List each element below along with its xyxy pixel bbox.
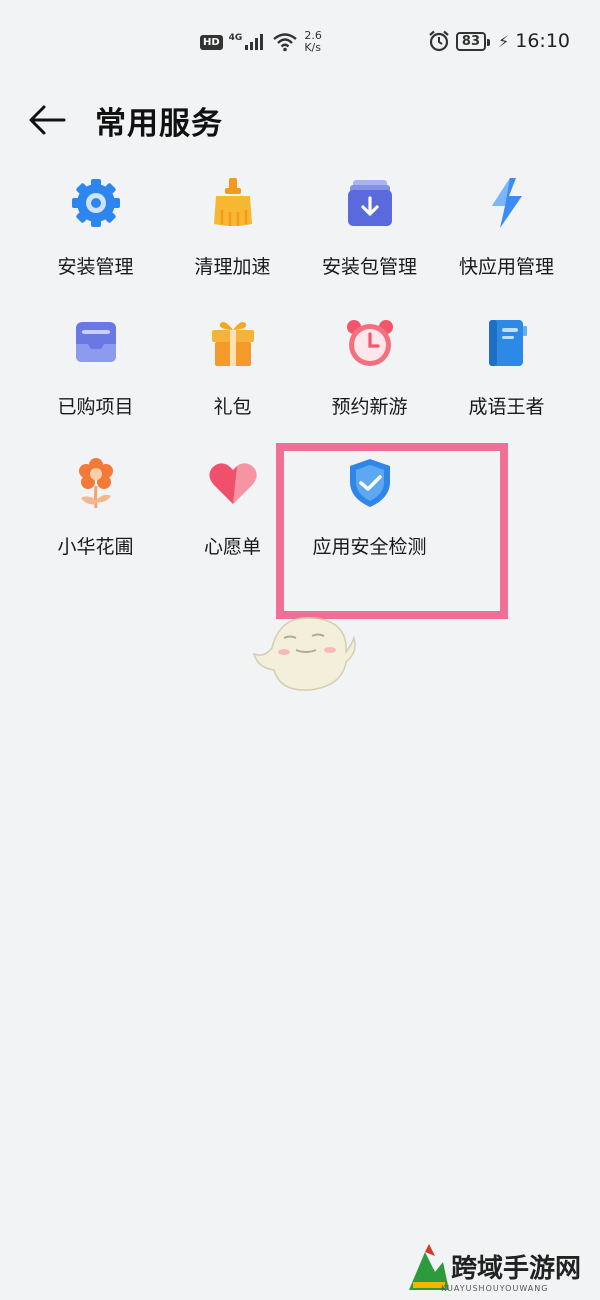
purchased-tray-icon xyxy=(75,322,116,362)
heart-icon xyxy=(208,463,257,504)
service-huawei-garden[interactable]: 小华花圃 xyxy=(27,450,164,590)
mascot-watermark xyxy=(252,616,356,691)
status-bar: HD 4G 2.6 K/s 83 ⚡ 16:10 xyxy=(0,0,600,90)
site-watermark: 跨域手游网 KUAYUSHOUYOUWANG xyxy=(405,1240,595,1300)
service-label: 已购项目 xyxy=(57,396,134,418)
service-label: 礼包 xyxy=(213,396,252,418)
service-label: 安装包管理 xyxy=(321,256,417,278)
alarm-clock-icon xyxy=(346,320,393,366)
gear-icon xyxy=(71,179,120,227)
service-install-manager[interactable]: 安装管理 xyxy=(27,170,164,310)
service-quick-app-manager[interactable]: 快应用管理 xyxy=(438,170,575,310)
lightning-icon xyxy=(491,178,522,228)
service-label: 清理加速 xyxy=(194,256,271,278)
battery-indicator: 83 xyxy=(455,31,491,51)
service-package-manager[interactable]: 安装包管理 xyxy=(301,170,438,310)
back-button[interactable] xyxy=(28,102,66,138)
app-header: 常用服务 xyxy=(0,90,600,150)
book-icon xyxy=(488,320,527,366)
package-download-icon xyxy=(347,180,392,226)
status-left: HD 4G 2.6 K/s xyxy=(200,30,322,54)
service-label: 快应用管理 xyxy=(458,256,554,278)
gift-icon xyxy=(211,322,254,366)
service-gift-pack[interactable]: 礼包 xyxy=(164,310,301,450)
charging-icon: ⚡ xyxy=(498,31,510,51)
back-arrow-icon xyxy=(29,105,66,135)
watermark-subtitle: KUAYUSHOUYOUWANG xyxy=(441,1284,549,1293)
hd-badge: HD xyxy=(200,34,223,50)
broom-icon xyxy=(213,178,252,226)
watermark-title: 跨域手游网 xyxy=(451,1254,582,1284)
service-clean-speedup[interactable]: 清理加速 xyxy=(164,170,301,310)
service-label: 心愿单 xyxy=(203,536,261,558)
signal-icon xyxy=(245,34,264,50)
network-speed: 2.6 K/s xyxy=(304,30,322,54)
page-title: 常用服务 xyxy=(95,106,223,142)
network-type: 4G xyxy=(228,33,243,43)
service-reserve-new-games[interactable]: 预约新游 xyxy=(301,310,438,450)
services-row: 安装管理 清理加速 安装包管理 快应用管理 xyxy=(27,170,575,310)
alarm-icon xyxy=(429,30,449,52)
service-idiom-king[interactable]: 成语王者 xyxy=(438,310,575,450)
service-label: 预约新游 xyxy=(331,396,408,418)
service-label: 安装管理 xyxy=(57,256,134,278)
service-label: 小华花圃 xyxy=(57,536,134,558)
speed-unit: K/s xyxy=(304,41,321,54)
clock: 16:10 xyxy=(515,30,570,52)
services-row: 已购项目 礼包 预约新游 成语王者 xyxy=(27,310,575,450)
service-purchased[interactable]: 已购项目 xyxy=(27,310,164,450)
wifi-icon xyxy=(273,33,298,52)
service-label: 成语王者 xyxy=(468,396,545,418)
flower-icon xyxy=(78,458,113,509)
highlight-box xyxy=(276,443,508,619)
status-right: 83 ⚡ 16:10 xyxy=(428,30,570,52)
